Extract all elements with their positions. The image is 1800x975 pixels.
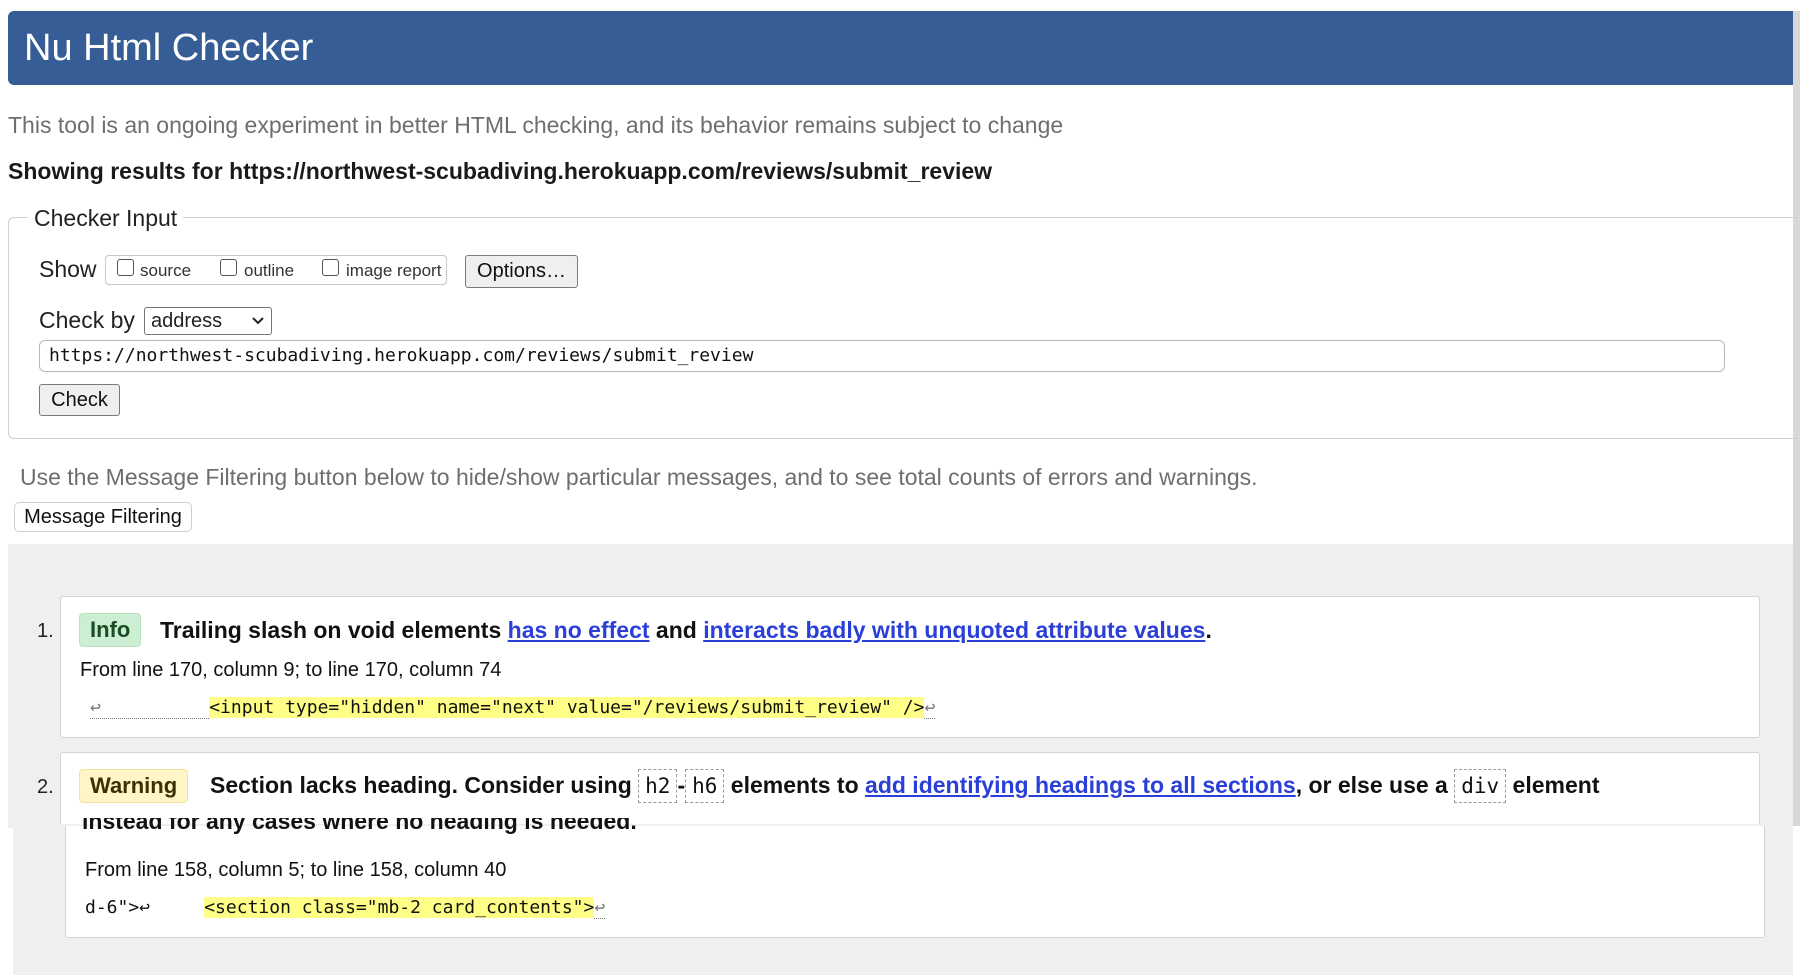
image-report-checkbox[interactable]	[322, 259, 339, 276]
code-extract: ↩ <input type="hidden" name="next" value…	[90, 697, 936, 719]
message-text-part: instead for any cases where no heading i…	[82, 818, 637, 834]
outline-checkbox-label[interactable]: outline	[244, 261, 294, 281]
extract-highlight: <section class="mb-2 card_contents">	[204, 897, 595, 918]
extract-before: d-6">↩	[85, 897, 205, 918]
extract-highlight: <input type="hidden" name="next" value="…	[209, 697, 925, 718]
message-text-part: -	[677, 772, 686, 798]
message-text: Trailing slash on void elements has no e…	[160, 617, 1212, 644]
chevron-down-icon	[251, 308, 265, 343]
message-text-part: Section lacks heading. Consider using	[210, 772, 639, 798]
message-text-part: element	[1506, 772, 1600, 798]
checker-input-fieldset	[8, 217, 1799, 439]
message-number: 2.	[37, 776, 54, 798]
image-report-checkbox-label[interactable]: image report	[346, 261, 441, 281]
url-input[interactable]: https://northwest-scubadiving.herokuapp.…	[39, 340, 1725, 372]
message-number: 1.	[37, 620, 54, 642]
page-title: Nu Html Checker	[24, 27, 314, 69]
showing-results-heading: Showing results for https://northwest-sc…	[8, 158, 993, 184]
message-filtering-button[interactable]: Message Filtering	[14, 502, 192, 532]
extract-after: ↩	[594, 897, 606, 919]
unquoted-attribute-link[interactable]: interacts badly with unquoted attribute …	[703, 617, 1205, 643]
checker-input-legend: Checker Input	[28, 205, 184, 232]
message-text-part: , or else use a	[1295, 772, 1455, 798]
check-by-label: Check by	[39, 307, 135, 333]
options-button[interactable]: Options…	[465, 255, 578, 288]
message-text-part: and	[649, 617, 704, 643]
message-text: Section lacks heading. Consider using h2…	[210, 769, 1600, 803]
message-location: From line 170, column 9; to line 170, co…	[80, 659, 502, 681]
message-warning-body	[65, 826, 1765, 938]
has-no-effect-link[interactable]: has no effect	[508, 617, 650, 643]
extract-after: ↩	[924, 697, 936, 719]
message-text-part: Trailing slash on void elements	[160, 617, 508, 643]
message-text-part: .	[1205, 617, 1212, 643]
code-chip: h6	[685, 769, 725, 803]
results-panel-edge	[8, 828, 13, 975]
check-by-selected-value: address	[151, 310, 223, 332]
outline-checkbox[interactable]	[220, 259, 237, 276]
message-text-part: elements to	[724, 772, 866, 798]
code-chip: div	[1454, 769, 1507, 803]
extract-before: ↩	[90, 697, 210, 719]
code-extract: d-6">↩ <section class="mb-2 card_content…	[85, 897, 606, 919]
identifying-headings-link[interactable]: add identifying headings to all sections	[865, 772, 1296, 798]
info-badge: Info	[79, 613, 142, 647]
check-by-select[interactable]: address	[144, 307, 272, 335]
show-label: Show	[39, 256, 97, 282]
warning-badge: Warning	[79, 769, 189, 803]
app-header: Nu Html Checker	[8, 11, 1800, 85]
check-button[interactable]: Check	[39, 384, 120, 416]
source-checkbox-label[interactable]: source	[140, 261, 191, 281]
filtering-info: Use the Message Filtering button below t…	[20, 464, 1258, 490]
message-text-line2: instead for any cases where no heading i…	[82, 818, 637, 835]
source-checkbox[interactable]	[117, 259, 134, 276]
intro-subtitle: This tool is an ongoing experiment in be…	[8, 112, 1064, 138]
message-location: From line 158, column 5; to line 158, co…	[85, 859, 507, 881]
code-chip: h2	[638, 769, 678, 803]
